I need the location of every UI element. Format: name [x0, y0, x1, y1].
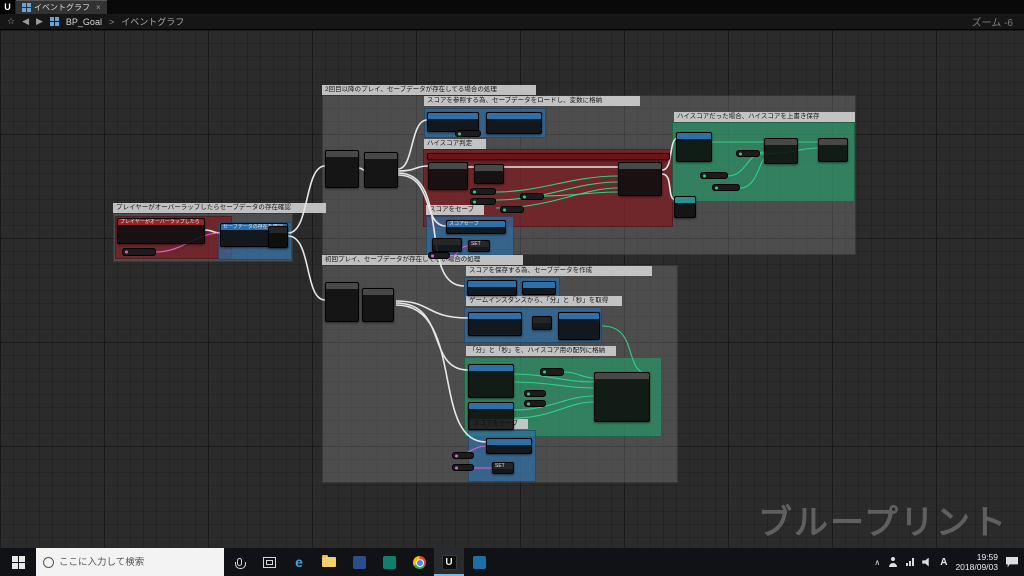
- taskbar-app-1[interactable]: [344, 548, 374, 576]
- taskbar-app-3[interactable]: [464, 548, 494, 576]
- blueprint-node[interactable]: [594, 372, 650, 422]
- variable-pill-node[interactable]: [428, 252, 450, 259]
- taskbar-app-chrome[interactable]: [404, 548, 434, 576]
- blueprint-node[interactable]: [468, 364, 514, 398]
- microphone-icon: [234, 558, 246, 569]
- blueprint-node[interactable]: [432, 238, 462, 252]
- blueprint-asset-icon: [49, 17, 59, 26]
- unreal-logo: U: [0, 0, 16, 14]
- variable-pill-node[interactable]: [455, 130, 481, 137]
- app-icon-1: [352, 555, 366, 569]
- volume-icon[interactable]: [922, 557, 929, 567]
- app-icon-3: [472, 555, 486, 569]
- variable-pill-node[interactable]: [470, 188, 496, 195]
- taskbar-search[interactable]: [36, 548, 224, 576]
- variable-pill-node[interactable]: [470, 198, 496, 205]
- windows-taskbar: e U ∧ A 19:59 2018/09/03: [0, 548, 1024, 576]
- action-center-icon[interactable]: [1006, 556, 1018, 568]
- people-icon[interactable]: [888, 557, 898, 567]
- folder-icon: [322, 555, 336, 567]
- search-circle-icon: [43, 556, 54, 568]
- blueprint-node[interactable]: [325, 150, 359, 188]
- variable-pill-node[interactable]: [736, 150, 760, 157]
- blueprint-node[interactable]: [676, 132, 712, 162]
- task-view-button[interactable]: [254, 548, 284, 576]
- blueprint-node[interactable]: [362, 288, 394, 322]
- taskbar-app-2[interactable]: [374, 548, 404, 576]
- search-input[interactable]: [59, 556, 217, 568]
- taskbar-app-file-explorer[interactable]: [314, 548, 344, 576]
- network-icon[interactable]: [906, 558, 915, 566]
- variable-pill-node[interactable]: [452, 452, 474, 459]
- breadcrumb-current[interactable]: イベントグラフ: [121, 15, 184, 28]
- variable-pill-node[interactable]: [122, 248, 156, 256]
- taskbar-clock[interactable]: 19:59 2018/09/03: [955, 552, 998, 572]
- blueprint-node[interactable]: [674, 196, 696, 218]
- forward-arrow-icon[interactable]: ▶: [36, 16, 43, 27]
- tab-bar: U イベントグラフ ×: [0, 0, 1024, 14]
- blueprint-node[interactable]: [427, 112, 479, 132]
- blueprint-node[interactable]: [522, 281, 556, 295]
- nodes-layer: プレイヤーがオーバーラップしたら セーブデータの存在を確認 スコアセーブ SET SET: [0, 30, 1024, 548]
- graph-toolbar: ☆ ◀ ▶ BP_Goal > イベントグラフ ズーム -6: [0, 14, 1024, 30]
- favorite-star-icon[interactable]: ☆: [7, 16, 15, 27]
- system-tray: ∧ A 19:59 2018/09/03: [874, 552, 1024, 572]
- variable-pill-node[interactable]: [520, 193, 544, 200]
- app-icon-2: [382, 555, 396, 569]
- variable-pill-node[interactable]: [452, 464, 474, 471]
- back-arrow-icon[interactable]: ◀: [22, 16, 29, 27]
- node-score-save-bottom[interactable]: [486, 438, 532, 454]
- edge-icon: e: [295, 554, 303, 570]
- tab-label: イベントグラフ: [34, 3, 90, 12]
- variable-pill-node[interactable]: [712, 184, 740, 191]
- variable-pill-node[interactable]: [540, 368, 564, 376]
- node-branch-left[interactable]: [268, 226, 288, 248]
- blueprint-node[interactable]: [468, 402, 514, 430]
- blueprint-node[interactable]: [618, 162, 662, 196]
- blueprint-node[interactable]: [764, 138, 798, 164]
- node-score-save-top[interactable]: スコアセーブ: [446, 220, 506, 234]
- blueprint-node[interactable]: [428, 162, 468, 190]
- clock-time: 19:59: [976, 552, 998, 562]
- tray-chevron-icon[interactable]: ∧: [874, 558, 880, 567]
- blueprint-icon: [22, 3, 31, 12]
- node-set-bottom[interactable]: SET: [492, 462, 514, 474]
- variable-pill-node[interactable]: [700, 172, 728, 179]
- windows-logo-icon: [11, 555, 25, 569]
- event-graph-canvas[interactable]: ブループリント プレイヤーがオーバーラップしたらセーブデータの存在確認 2回目以降…: [0, 30, 1024, 548]
- node-set-top[interactable]: SET: [468, 240, 490, 252]
- variable-pill-node[interactable]: [524, 400, 546, 407]
- mic-button[interactable]: [224, 548, 254, 576]
- tab-close-icon[interactable]: ×: [96, 3, 101, 12]
- blueprint-node[interactable]: [818, 138, 848, 162]
- chrome-icon: [412, 555, 426, 569]
- clock-date: 2018/09/03: [955, 562, 998, 572]
- start-button[interactable]: [0, 548, 36, 576]
- variable-pill-node[interactable]: [524, 390, 546, 397]
- taskbar-app-unreal[interactable]: U: [434, 548, 464, 576]
- blueprint-node[interactable]: [325, 282, 359, 322]
- zoom-indicator: ズーム -6: [971, 18, 1013, 29]
- breadcrumb-separator: >: [108, 16, 115, 27]
- unreal-app-icon: U: [441, 554, 457, 570]
- blueprint-node[interactable]: [532, 316, 552, 330]
- tab-event-graph[interactable]: イベントグラフ ×: [16, 0, 107, 14]
- blueprint-node[interactable]: [364, 152, 398, 188]
- blueprint-node[interactable]: [474, 164, 504, 184]
- unreal-logo-glyph: U: [4, 2, 11, 12]
- task-view-icon: [262, 556, 276, 568]
- node-player-overlap-event[interactable]: プレイヤーがオーバーラップしたら: [117, 218, 205, 244]
- blueprint-node[interactable]: [468, 312, 522, 336]
- variable-pill-node[interactable]: [500, 206, 524, 213]
- blueprint-node[interactable]: [467, 280, 517, 296]
- ime-indicator[interactable]: A: [940, 557, 947, 568]
- unreal-editor-window: U イベントグラフ × ☆ ◀ ▶ BP_Goal > イベントグラフ ズーム …: [0, 0, 1024, 576]
- node-highscore-bar[interactable]: [427, 153, 670, 160]
- blueprint-node[interactable]: [486, 112, 542, 134]
- taskbar-app-edge[interactable]: e: [284, 548, 314, 576]
- breadcrumb-root[interactable]: BP_Goal: [66, 17, 102, 27]
- blueprint-node[interactable]: [558, 312, 600, 340]
